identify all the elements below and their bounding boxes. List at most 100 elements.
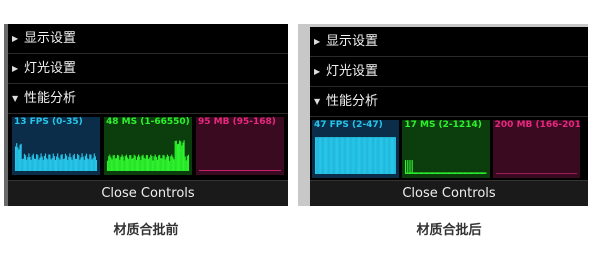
graph-bar <box>455 172 458 174</box>
graph-bar <box>475 172 477 174</box>
graph-bar <box>135 160 138 171</box>
graph-bar <box>200 170 202 171</box>
graph-bar <box>277 170 279 171</box>
folder-light-settings[interactable]: ▶ 灯光设置 <box>8 54 288 84</box>
graph-bar <box>134 155 136 171</box>
graph-background <box>405 133 487 174</box>
graph-bar <box>140 160 142 171</box>
graph-bar <box>113 154 115 171</box>
graph-bar <box>561 173 563 174</box>
graph-bar <box>40 153 42 171</box>
graph-bar <box>133 154 135 171</box>
graph-bar <box>208 170 211 171</box>
graph-bar <box>46 158 48 171</box>
graph-bar <box>141 155 143 171</box>
graph-bar <box>111 159 113 171</box>
graph-bar <box>548 173 550 174</box>
folder-display-settings[interactable]: ▶ 显示设置 <box>310 27 588 57</box>
graph-bar <box>525 173 527 174</box>
graph-bar <box>181 145 183 171</box>
graph-bar <box>389 137 391 174</box>
graph-bar <box>386 137 388 174</box>
graph-bar <box>319 137 321 174</box>
graph-bar <box>214 170 216 171</box>
folder-light-settings[interactable]: ▶ 灯光设置 <box>310 57 588 87</box>
mb-monitor[interactable]: 95 MB (95-168) <box>196 117 284 175</box>
graph-bar <box>74 158 77 171</box>
graph-bar <box>92 157 94 171</box>
graph-bar <box>41 156 43 171</box>
graph-bar <box>51 158 53 171</box>
graph-bar <box>275 170 277 171</box>
graph-bar <box>173 159 175 171</box>
graph-bar <box>364 137 366 174</box>
graph-bar <box>157 155 160 171</box>
graph-bar <box>513 173 515 174</box>
graph-bar <box>564 173 567 174</box>
graph-bar <box>430 172 432 174</box>
graph-bar <box>571 173 573 174</box>
ms-monitor[interactable]: 48 MS (1-66550) <box>104 117 192 175</box>
graph-bar <box>506 173 508 174</box>
graph-bar <box>108 156 110 171</box>
fps-monitor[interactable]: 13 FPS (0-35) <box>12 117 100 175</box>
graph-bar <box>435 172 437 174</box>
close-controls-button[interactable]: Close Controls <box>8 180 288 206</box>
graph-bar <box>146 155 149 171</box>
stats-monitors: 13 FPS (0-35) 48 MS (1-66550) 95 MB (95-… <box>12 117 284 175</box>
folder-display-settings[interactable]: ▶ 显示设置 <box>8 24 288 54</box>
ms-monitor[interactable]: 17 MS (2-1214) <box>402 120 490 178</box>
graph-bar <box>418 172 420 174</box>
graph-bar <box>502 173 504 174</box>
graph-bar <box>388 137 390 174</box>
graph-bar <box>144 158 146 171</box>
graph-bar <box>453 172 455 174</box>
graph-bar <box>501 173 503 174</box>
graph-bar <box>107 160 109 171</box>
graph-bar <box>531 173 534 174</box>
graph-bar <box>152 160 154 171</box>
graph-bar <box>357 137 360 174</box>
graph-bar <box>124 155 126 171</box>
graph-bar <box>411 160 414 174</box>
graph-bar <box>30 159 32 171</box>
chevron-right-icon: ▶ <box>314 66 321 76</box>
graph-bar <box>346 137 349 174</box>
graph-bar <box>485 172 487 174</box>
graph-bar <box>121 154 123 171</box>
graph-bar <box>508 173 511 174</box>
mb-graph <box>495 133 577 174</box>
graph-bar <box>546 173 548 174</box>
graph-bar <box>384 137 386 174</box>
graph-bar <box>456 172 459 174</box>
graph-bar <box>241 170 243 171</box>
graph-bar <box>244 170 246 171</box>
graph-bar <box>128 159 130 171</box>
graph-bar <box>390 137 393 174</box>
graph-bar <box>378 137 380 174</box>
graph-bar <box>58 157 60 171</box>
graph-bar <box>145 155 147 171</box>
ms-label: 17 MS (2-1214) <box>404 120 482 130</box>
graph-bar <box>169 160 171 171</box>
graph-bar <box>380 137 383 174</box>
graph-bar <box>267 170 269 171</box>
close-controls-button[interactable]: Close Controls <box>310 180 588 206</box>
graph-bar <box>62 159 64 171</box>
ms-graph <box>107 130 189 171</box>
graph-bar <box>246 170 248 171</box>
graph-bar <box>424 172 426 174</box>
graph-bar <box>269 170 272 171</box>
ms-label: 48 MS (1-66550) <box>106 117 190 127</box>
graph-bar <box>230 170 232 171</box>
graph-bar <box>37 154 39 171</box>
graph-bar <box>358 137 361 174</box>
graph-bar <box>338 137 340 174</box>
graph-bar <box>538 173 540 174</box>
mb-monitor[interactable]: 200 MB (166-201) <box>492 120 580 178</box>
folder-performance[interactable]: ▼ 性能分析 <box>8 84 288 114</box>
folder-performance[interactable]: ▼ 性能分析 <box>310 87 588 117</box>
graph-bar <box>42 159 44 171</box>
fps-monitor[interactable]: 47 FPS (2-47) <box>312 120 400 178</box>
graph-bar <box>464 172 466 174</box>
